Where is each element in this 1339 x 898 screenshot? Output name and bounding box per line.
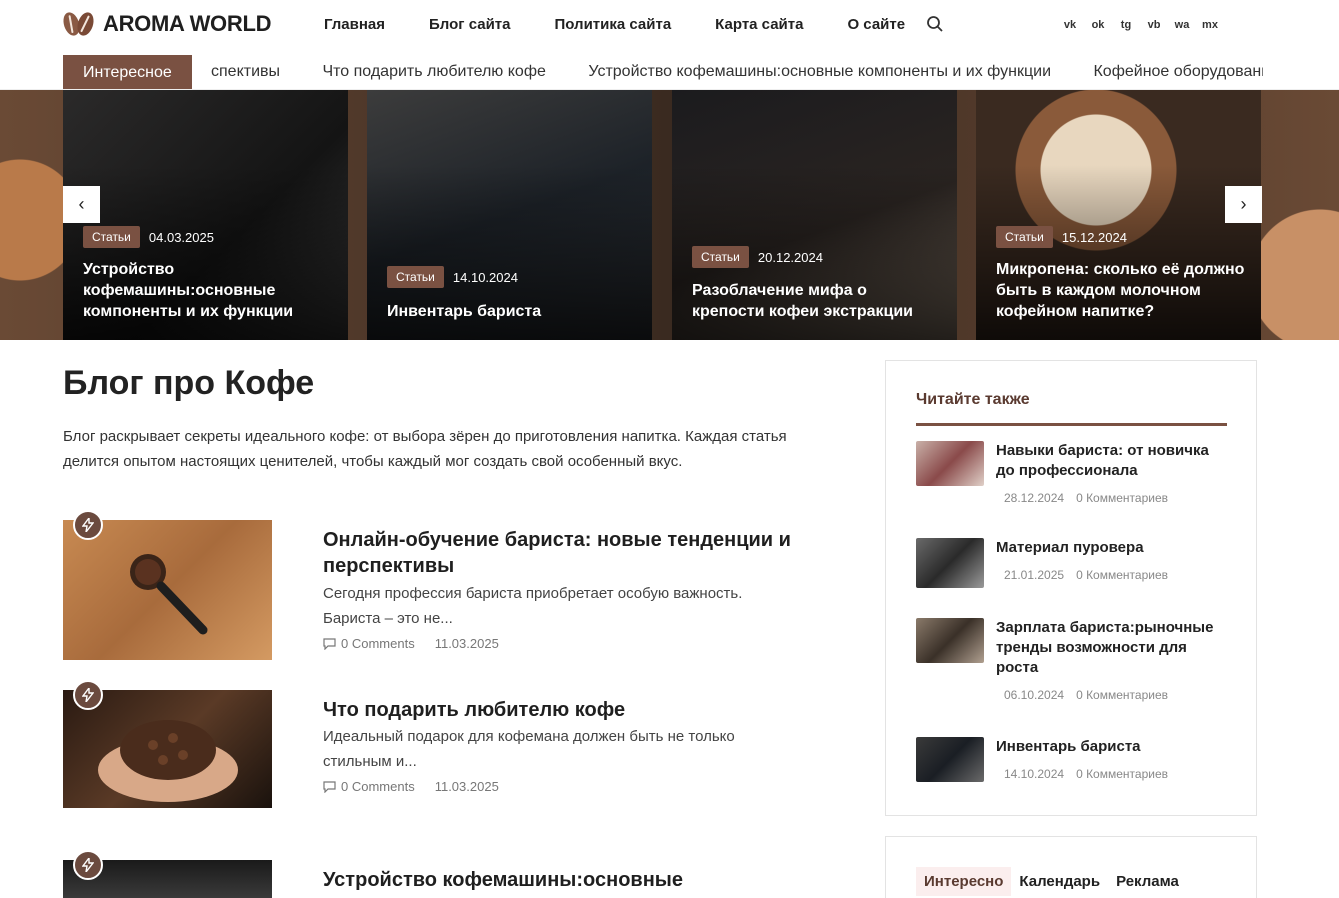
post-meta: 0 Comments 11.03.2025 <box>323 779 499 794</box>
comment-icon <box>323 780 336 793</box>
page-description: Блог раскрывает секреты идеального кофе:… <box>63 428 787 470</box>
side-post-comments[interactable]: 0 Комментариев <box>1076 688 1168 702</box>
side-post-item: Материал пуровера 21.01.2025 0 Комментари… <box>916 538 1236 588</box>
read-also-widget: Читайте также Навыки бариста: от новичка… <box>885 360 1257 816</box>
post-excerpt: Сегодня профессия бариста приобретает ос… <box>323 585 743 627</box>
site-logo[interactable]: AROMA WORLD <box>60 10 272 38</box>
main-nav: Главная Блог сайта Политика сайта Карта … <box>324 16 949 33</box>
slide-title[interactable]: Разоблачение мифа о крепости кофеи экстр… <box>692 280 941 322</box>
slider-next-button[interactable]: › <box>1225 186 1262 223</box>
post-item: Онлайн-обучение бариста: новые тенденции… <box>63 510 843 660</box>
slide-date: 15.12.2024 <box>1061 229 1127 245</box>
slide-card[interactable]: Статьи 14.10.2024 Инвентарь бариста <box>367 90 652 340</box>
social-links: vk ok tg vb wa mx <box>1062 17 1218 33</box>
tab-interesting[interactable]: Интересно <box>916 867 1012 896</box>
slide-title[interactable]: Инвентарь бариста <box>387 301 636 322</box>
vk-icon[interactable]: vk <box>1062 17 1078 33</box>
viber-icon[interactable]: vb <box>1146 17 1162 33</box>
tab-ads[interactable]: Реклама <box>1108 867 1187 896</box>
side-post-comments[interactable]: 0 Комментариев <box>1076 491 1168 505</box>
ticker-label: Интересное <box>63 55 192 89</box>
slide-card[interactable]: Статьи 15.12.2024 Микропена: сколько её д… <box>976 90 1261 340</box>
side-post-comments[interactable]: 0 Комментариев <box>1076 767 1168 781</box>
max-icon[interactable]: mx <box>1202 17 1218 33</box>
nav-about[interactable]: О сайте <box>847 16 905 33</box>
category-badge[interactable]: Статьи <box>996 226 1053 248</box>
side-post-date: 28.12.2024 <box>1004 491 1065 505</box>
nav-policy[interactable]: Политика сайта <box>554 16 671 33</box>
post-thumbnail[interactable] <box>63 520 272 660</box>
widget-title-underline <box>916 423 1227 426</box>
side-post-date: 06.10.2024 <box>1004 688 1065 702</box>
ticker-item[interactable]: Кофейное оборудование <box>1093 54 1263 89</box>
category-badge[interactable]: Статьи <box>83 226 140 248</box>
side-post-thumbnail[interactable] <box>916 441 984 486</box>
slider-prev-button[interactable]: ‹ <box>63 186 100 223</box>
side-post-date: 14.10.2024 <box>1004 767 1065 781</box>
slide-card[interactable]: Статьи 04.03.2025 Устройство кофемашины:о… <box>63 90 348 340</box>
nav-blog[interactable]: Блог сайта <box>429 16 510 33</box>
news-ticker: Интересное спективы Что подарить любител… <box>0 54 1339 90</box>
ticker-items: спективы Что подарить любителю кофе Устр… <box>211 54 1263 89</box>
post-meta: 0 Comments 11.03.2025 <box>323 636 499 651</box>
slide-date: 20.12.2024 <box>757 249 823 265</box>
featured-slider: Статьи 04.03.2025 Устройство кофемашины:о… <box>0 90 1339 340</box>
slide-card[interactable]: Статьи 20.12.2024 Разоблачение мифа о кре… <box>672 90 957 340</box>
side-post-meta: 21.01.2025 0 Комментариев <box>1004 568 1168 582</box>
tab-calendar[interactable]: Календарь <box>1011 867 1108 896</box>
side-post-comments[interactable]: 0 Комментариев <box>1076 568 1168 582</box>
post-title[interactable]: Онлайн-обучение бариста: новые тенденции… <box>323 527 803 579</box>
widget-title: Читайте также <box>916 391 1030 408</box>
side-post-thumbnail[interactable] <box>916 538 984 588</box>
side-post-date: 21.01.2025 <box>1004 568 1065 582</box>
telegram-icon[interactable]: tg <box>1118 17 1134 33</box>
ok-icon[interactable]: ok <box>1090 17 1106 33</box>
side-post-title[interactable]: Зарплата бариста:рыночные тренды возможн… <box>996 618 1226 678</box>
post-comments[interactable]: 0 Comments <box>341 779 415 794</box>
slide-title[interactable]: Устройство кофемашины:основные компонент… <box>83 259 332 322</box>
ticker-item[interactable]: Что подарить любителю кофе <box>322 54 545 89</box>
side-post-title[interactable]: Инвентарь бариста <box>996 737 1226 757</box>
comment-icon <box>323 637 336 650</box>
post-title[interactable]: Что подарить любителю кофе <box>323 697 803 723</box>
nav-sitemap[interactable]: Карта сайта <box>715 16 803 33</box>
search-icon[interactable] <box>926 15 944 33</box>
page-title: Блог про Кофе <box>63 364 315 402</box>
post-item: Что подарить любителю кофе Идеальный под… <box>63 680 843 808</box>
slide-title[interactable]: Микропена: сколько её должно быть в кажд… <box>996 259 1245 322</box>
post-date: 11.03.2025 <box>434 779 499 794</box>
widget-tabs: Интересно Календарь Реклама <box>916 867 1187 896</box>
side-post-item: Зарплата бариста:рыночные тренды возможн… <box>916 618 1236 708</box>
site-header: AROMA WORLD Главная Блог сайта Политика … <box>0 0 1339 54</box>
ticker-item[interactable]: спективы <box>211 54 280 89</box>
side-post-title[interactable]: Навыки бариста: от новичка до профессион… <box>996 441 1226 481</box>
whatsapp-icon[interactable]: wa <box>1174 17 1190 33</box>
post-title[interactable]: Устройство кофемашины:основные <box>323 867 803 893</box>
lightning-icon <box>73 680 103 710</box>
post-date: 11.03.2025 <box>434 636 499 651</box>
logo-text: AROMA WORLD <box>103 11 272 36</box>
category-badge[interactable]: Статьи <box>387 266 444 288</box>
nav-home[interactable]: Главная <box>324 16 385 33</box>
slide-date: 14.10.2024 <box>452 269 518 285</box>
tabs-widget: Интересно Календарь Реклама <box>885 836 1257 898</box>
side-post-meta: 06.10.2024 0 Комментариев <box>1004 688 1168 702</box>
side-post-item: Навыки бариста: от новичка до профессион… <box>916 441 1236 511</box>
coffee-bean-icon <box>60 10 97 38</box>
side-post-item: Инвентарь бариста 14.10.2024 0 Комментари… <box>916 737 1236 787</box>
post-comments[interactable]: 0 Comments <box>341 636 415 651</box>
slide-date: 04.03.2025 <box>148 229 214 245</box>
side-post-thumbnail[interactable] <box>916 737 984 782</box>
lightning-icon <box>73 850 103 880</box>
side-post-meta: 28.12.2024 0 Комментариев <box>1004 491 1168 505</box>
ticker-item[interactable]: Устройство кофемашины:основные компонент… <box>588 54 1051 89</box>
post-excerpt: Идеальный подарок для кофемана должен бы… <box>323 728 735 770</box>
side-post-title[interactable]: Материал пуровера <box>996 538 1226 558</box>
lightning-icon <box>73 510 103 540</box>
category-badge[interactable]: Статьи <box>692 246 749 268</box>
side-post-thumbnail[interactable] <box>916 618 984 663</box>
post-item: Устройство кофемашины:основные <box>63 850 843 898</box>
side-post-meta: 14.10.2024 0 Комментариев <box>1004 767 1168 781</box>
